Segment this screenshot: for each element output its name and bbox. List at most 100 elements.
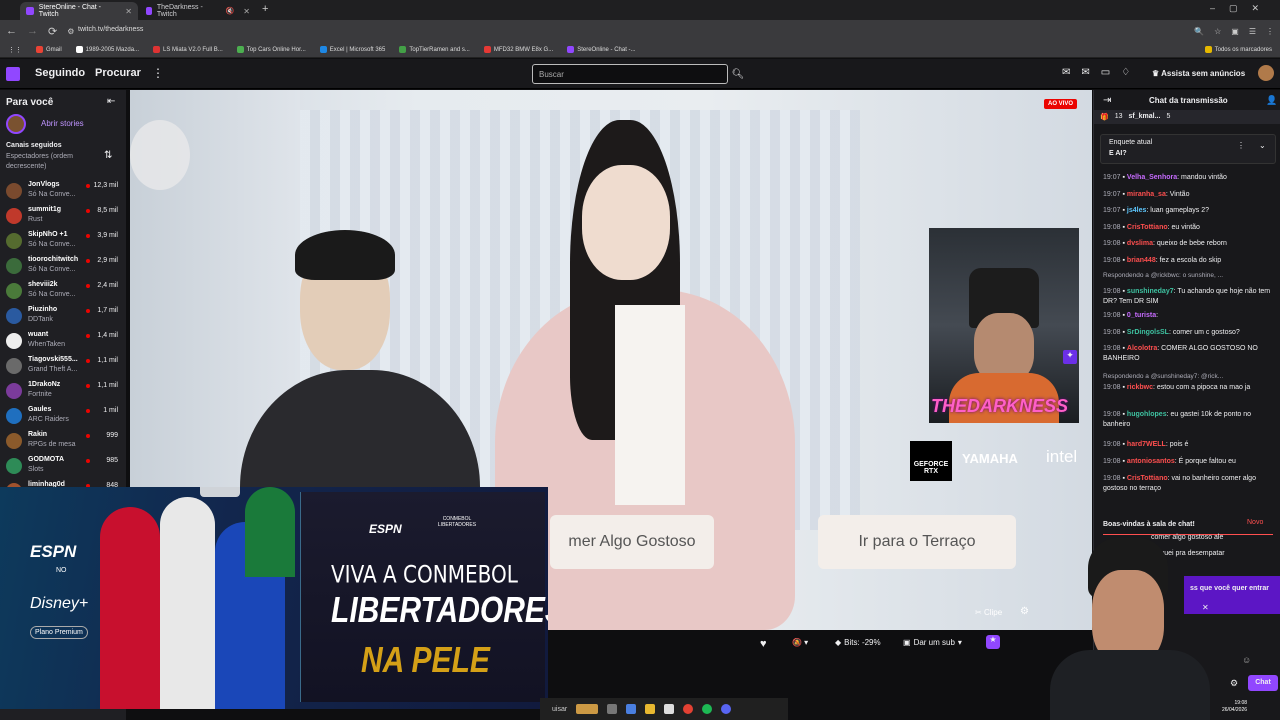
message-user[interactable]: hugohlopes bbox=[1127, 411, 1167, 418]
message-text: É porque faltou eu bbox=[1178, 458, 1236, 465]
subscribe-button[interactable]: ▣ Dar um sub ▾ bbox=[903, 638, 962, 647]
bits-button[interactable]: ◆ Bits: -29% bbox=[835, 638, 881, 647]
apps-icon[interactable]: ⋮⋮ bbox=[8, 46, 22, 54]
collapse-sidebar-icon[interactable]: ⇤ bbox=[107, 96, 115, 107]
message-user[interactable]: Alcolotra bbox=[1127, 345, 1157, 352]
message-user[interactable]: sunshineday7 bbox=[1127, 288, 1174, 295]
url-field[interactable]: twitch.tv/thedarkness bbox=[78, 26, 143, 33]
message-user[interactable]: js4les bbox=[1127, 207, 1146, 214]
extensions-icon[interactable]: ▣ bbox=[1231, 27, 1239, 36]
bookmark-item[interactable]: StereOnline - Chat -... bbox=[567, 46, 636, 53]
zoom-icon[interactable]: 🔍 bbox=[1194, 27, 1204, 36]
followed-channel[interactable]: Rakin RPGs de mesa 999 bbox=[6, 429, 124, 454]
message-user[interactable]: SrDingolsSL bbox=[1127, 329, 1169, 336]
followed-channel[interactable]: JonVlogs Só Na Conve... 12,3 mil bbox=[6, 179, 124, 204]
followed-channel[interactable]: GODMOTA Slots 985 bbox=[6, 454, 124, 479]
forward-icon[interactable]: → bbox=[27, 25, 38, 37]
search-input[interactable]: Buscar bbox=[532, 64, 728, 84]
nav-icons[interactable]: ✉✉▭♢ bbox=[1062, 67, 1141, 78]
poll-more-icon[interactable]: ⋮ bbox=[1237, 141, 1245, 150]
message-user[interactable]: Velha_Senhora bbox=[1127, 174, 1177, 181]
browser-tab-stereonline[interactable]: StereOnline - Chat - Twitch ✕ bbox=[20, 2, 138, 20]
poll-banner[interactable]: Enquete atual E AI? ⋮ ⌄ bbox=[1100, 134, 1276, 164]
sort-icon[interactable]: ⇅ bbox=[104, 150, 112, 161]
task-view-icon[interactable] bbox=[607, 704, 618, 714]
bookmark-item[interactable]: Gmail bbox=[36, 46, 62, 53]
twitch-logo-icon[interactable] bbox=[6, 67, 20, 81]
open-stories-link[interactable]: Abrir stories bbox=[41, 119, 84, 128]
nav-following[interactable]: Seguindo bbox=[35, 67, 85, 79]
emote-icon[interactable]: ☺ bbox=[1242, 655, 1251, 665]
more-menu-icon[interactable]: ⋮ bbox=[152, 66, 164, 80]
message-user[interactable]: 0_turista bbox=[1127, 312, 1156, 319]
star-icon[interactable]: ★ bbox=[986, 635, 1000, 649]
browser-address-bar: ← → ⟳ ⚙ twitch.tv/thedarkness 🔍 ☆ ▣ ☰ ⋮ bbox=[0, 20, 1280, 42]
window-controls[interactable]: –▢✕ bbox=[1210, 3, 1273, 14]
badge-icon: ▪ bbox=[1122, 223, 1125, 231]
followed-channel[interactable]: SkipNhO +1 Só Na Conve... 3,9 mil bbox=[6, 229, 124, 254]
bookmarks-bar: ⋮⋮ Gmail 1989-2005 Mazda... LS Miata V2.… bbox=[0, 42, 1280, 58]
message-user[interactable]: CrisTottiano bbox=[1127, 475, 1168, 482]
bits-icon: ◆ bbox=[835, 638, 842, 647]
store-icon[interactable] bbox=[664, 704, 675, 714]
message-user[interactable]: CrisTottiano bbox=[1127, 224, 1168, 231]
message-user[interactable]: antoniosantos bbox=[1127, 458, 1175, 465]
chat-settings-icon[interactable]: ⚙ bbox=[1230, 678, 1238, 689]
followed-channel[interactable]: summit1g Rust 8,5 mil bbox=[6, 204, 124, 229]
taskbar-search[interactable]: uisar bbox=[552, 706, 567, 713]
menu-icon[interactable]: ⋮ bbox=[1266, 27, 1274, 36]
message-user[interactable]: miranha_sa bbox=[1127, 191, 1166, 198]
file-explorer-icon[interactable] bbox=[645, 704, 656, 714]
bookmark-item[interactable]: Top Cars Online Hor... bbox=[236, 46, 306, 53]
clip-button[interactable]: ✂ Clipe bbox=[975, 608, 1002, 617]
notifications-bell-icon[interactable]: 🔕 ▾ bbox=[792, 638, 808, 647]
profile-icon[interactable]: ☰ bbox=[1249, 27, 1256, 36]
all-bookmarks[interactable]: Todos os marcadores bbox=[1204, 46, 1272, 53]
back-icon[interactable]: ← bbox=[6, 25, 17, 37]
close-tab-icon[interactable]: ✕ bbox=[243, 7, 250, 16]
followed-channel[interactable]: 1DrakoNz Fortnite 1,1 mil bbox=[6, 379, 124, 404]
followed-channel[interactable]: Gaules ARC Raiders 1 mil bbox=[6, 404, 124, 429]
bookmark-item[interactable]: TopTierRamen and s... bbox=[399, 46, 470, 53]
bookmark-item[interactable]: 1989-2005 Mazda... bbox=[75, 46, 139, 53]
choice-eat-something[interactable]: mer Algo Gostoso bbox=[550, 515, 714, 569]
user-avatar[interactable] bbox=[1258, 65, 1274, 81]
poll-expand-icon[interactable]: ⌄ bbox=[1259, 141, 1266, 150]
discord-icon[interactable] bbox=[721, 704, 732, 714]
copilot-icon[interactable] bbox=[626, 704, 637, 714]
followed-channel[interactable]: Piuzinho DDTank 1,7 mil bbox=[6, 304, 124, 329]
users-icon[interactable]: 👤 bbox=[1266, 95, 1277, 106]
followed-channel[interactable]: sheviii2k Só Na Conve... 2,4 mil bbox=[6, 279, 124, 304]
spotify-icon[interactable] bbox=[702, 704, 713, 714]
collapse-chat-icon[interactable]: ⇥ bbox=[1103, 95, 1111, 106]
message-user[interactable]: dvslima bbox=[1127, 240, 1153, 247]
bookmark-item[interactable]: MFD32 BMW E8x G... bbox=[483, 46, 553, 53]
site-info-icon[interactable]: ⚙ bbox=[67, 27, 74, 36]
stories-avatar[interactable] bbox=[6, 114, 26, 134]
prime-ad-free-button[interactable]: ♛ Assista sem anúncios bbox=[1152, 69, 1245, 78]
followed-channel[interactable]: wuant WhenTaken 1,4 mil bbox=[6, 329, 124, 354]
bookmark-item[interactable]: LS Miata V2.0 Full B... bbox=[153, 46, 223, 53]
bookmark-item[interactable]: Excel | Microsoft 365 bbox=[319, 46, 385, 53]
chat-send-button[interactable]: Chat bbox=[1248, 675, 1278, 691]
new-tab-button[interactable]: + bbox=[262, 3, 268, 15]
browser-tab-thedarkness[interactable]: TheDarkness - Twitch 🔇 ✕ bbox=[140, 2, 256, 20]
followed-channel[interactable]: Tiagovski555... Grand Theft A... 1,1 mil bbox=[6, 354, 124, 379]
message-time: 19:07 bbox=[1103, 190, 1121, 198]
search-button[interactable]: 🔍︎ bbox=[728, 64, 748, 84]
followed-channel[interactable]: tioorochitwitch Só Na Conve... 2,9 mil bbox=[6, 254, 124, 279]
mute-tab-icon[interactable]: 🔇 bbox=[226, 7, 235, 15]
choice-go-terrace[interactable]: Ir para o Terraço bbox=[818, 515, 1016, 569]
close-tab-icon[interactable]: ✕ bbox=[125, 7, 132, 16]
bookmark-star-icon[interactable]: ☆ bbox=[1214, 27, 1221, 36]
message-user[interactable]: rickbwc bbox=[1127, 384, 1153, 391]
nav-browse[interactable]: Procurar bbox=[95, 67, 141, 79]
taskbar-widget-icon[interactable] bbox=[576, 704, 599, 714]
reload-icon[interactable]: ⟳ bbox=[48, 25, 57, 38]
chrome-icon[interactable] bbox=[683, 704, 694, 714]
settings-icon[interactable]: ⚙ bbox=[1020, 606, 1029, 617]
follow-heart-icon[interactable]: ♥ bbox=[760, 638, 767, 650]
message-user[interactable]: brian448 bbox=[1127, 257, 1156, 264]
message-user[interactable]: hard7WELL bbox=[1127, 441, 1166, 448]
espn-ad-overlay[interactable]: ESPN NO Disney+ Plano Premium ESPN CONME… bbox=[0, 487, 548, 709]
